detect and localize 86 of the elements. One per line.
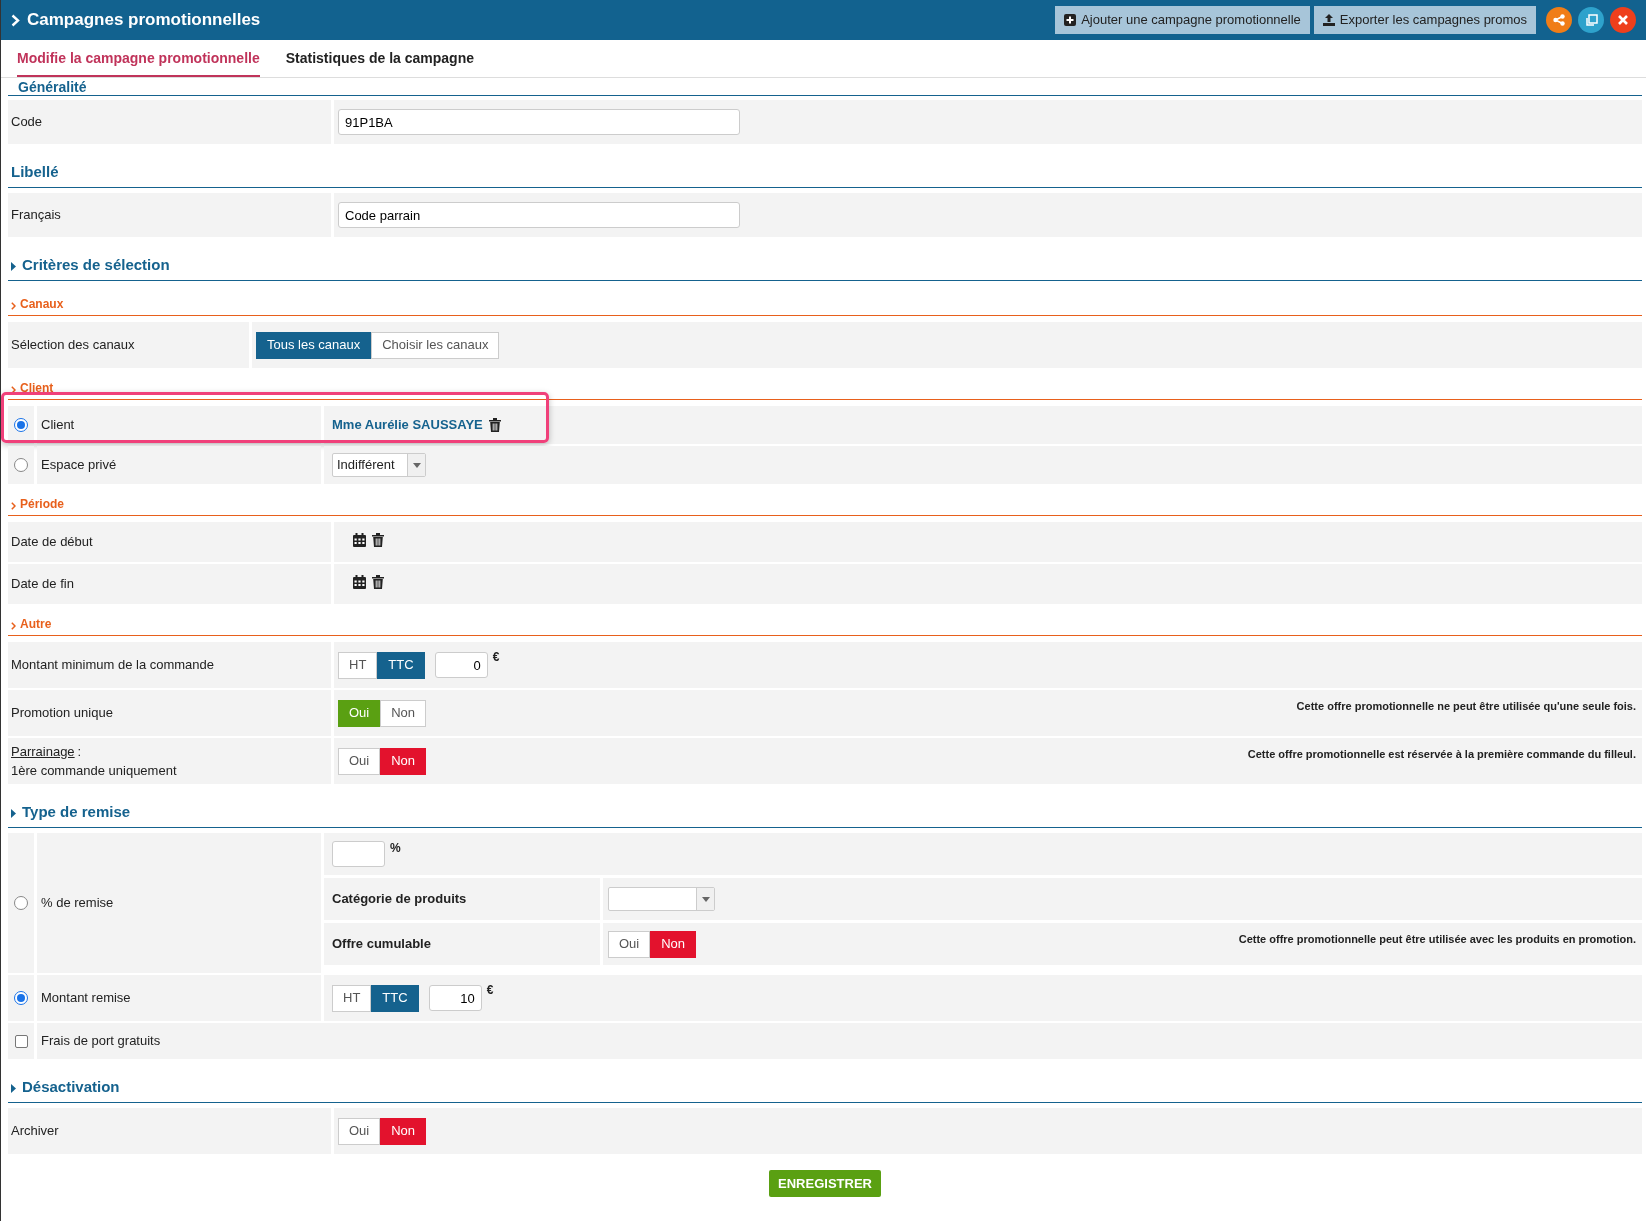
field-label: Sélection des canaux (11, 336, 136, 355)
radio-button[interactable] (14, 991, 28, 1005)
toggle-option[interactable]: Non (650, 930, 697, 958)
subsection-title: Période (20, 496, 64, 513)
chevron-icon (11, 386, 16, 394)
chevron-icon (11, 302, 16, 310)
toggle-option[interactable]: HT (338, 651, 378, 679)
checkbox[interactable] (14, 1034, 28, 1048)
text-field[interactable]: 91P1BA (338, 109, 740, 135)
triangle-icon (11, 262, 16, 271)
trash-icon (488, 418, 501, 432)
label-text: 1ère commande uniquement (11, 762, 178, 780)
toggle-option[interactable]: HT (332, 984, 372, 1012)
radio-button[interactable] (14, 418, 28, 432)
upload-icon (1322, 14, 1335, 26)
toggle-option[interactable]: Non (380, 1117, 427, 1145)
close-button[interactable] (1610, 7, 1636, 33)
amount-field[interactable]: 10 (428, 985, 482, 1011)
field-label: Date de début (11, 533, 94, 552)
dropdown[interactable]: Indifférent (332, 453, 426, 477)
caret-icon (701, 896, 710, 902)
triangle-icon (11, 809, 16, 818)
subsection-title: Client (20, 380, 54, 397)
tab[interactable]: Statistiques de la campagne (285, 48, 474, 77)
add-campaign-button[interactable]: Ajouter une campagne promotionnelle (1055, 6, 1310, 34)
chevron-icon (11, 13, 20, 27)
toggle-option[interactable]: Non (380, 699, 427, 727)
calendar-icon (353, 575, 366, 589)
close-icon (1618, 15, 1628, 25)
toggle-option[interactable]: Choisir les canaux (371, 331, 500, 359)
calendar-icon (353, 533, 366, 547)
triangle-icon (11, 1084, 16, 1093)
caret-icon (412, 462, 421, 468)
field-label: Offre cumulable (332, 935, 431, 954)
field-label: Client (41, 416, 76, 435)
share-icon (1553, 14, 1565, 26)
field-label: Espace privé (41, 456, 118, 475)
section-title: Libellé (11, 161, 59, 182)
trash-icon (372, 575, 384, 589)
section-title: Généralité (18, 79, 87, 95)
toggle-option[interactable]: Tous les canaux (256, 331, 372, 359)
field-label: Montant minimum de la commande (11, 656, 216, 675)
field-label: % de remise (41, 894, 115, 913)
window-title: Campagnes promotionnelles (27, 9, 261, 32)
parrainage-link[interactable]: Parrainage (11, 741, 75, 761)
copy-icon (1584, 13, 1598, 27)
subsection-title: Autre (20, 616, 52, 633)
tab[interactable]: Modifie la campagne promotionnelle (17, 48, 260, 77)
percent-field[interactable] (332, 841, 385, 867)
toggle-option[interactable]: Oui (608, 930, 651, 958)
hint-text: Cette offre promotionnelle est réservée à la première commande du filleul. (1247, 747, 1636, 762)
unit-label: € (492, 649, 500, 666)
field-label: Code (11, 113, 44, 132)
field-label: Date de fin (11, 575, 75, 594)
section-title: Type de remise (22, 801, 131, 822)
chevron-icon (11, 502, 16, 510)
subsection-title: Canaux (20, 296, 64, 313)
toggle-option[interactable]: Oui (338, 1117, 381, 1145)
field-label: Promotion unique (11, 704, 114, 723)
toggle-option[interactable]: TTC (377, 651, 425, 679)
hint-text: Cette offre promotionnelle peut être utilisée avec les produits en promotion. (1238, 932, 1636, 947)
toggle-option[interactable]: Oui (338, 747, 381, 775)
section-title: Désactivation (22, 1076, 120, 1097)
plus-square-icon (1064, 14, 1077, 26)
field-label: Français (11, 206, 62, 225)
section-title: Critères de sélection (22, 254, 170, 275)
label-text: : (77, 742, 82, 761)
unit-label: % (390, 840, 401, 857)
unit-label: € (486, 982, 494, 999)
trash-icon (372, 533, 384, 547)
field-label: Archiver (11, 1122, 60, 1141)
amount-field[interactable]: 0 (434, 652, 488, 678)
radio-button[interactable] (14, 458, 28, 472)
field-label: Frais de port gratuits (41, 1032, 162, 1051)
hint-text: Cette offre promotionnelle ne peut être utilisée qu'une seule fois. (1296, 699, 1636, 714)
export-button[interactable]: Exporter les campagnes promos (1313, 6, 1536, 34)
field-label: Catégorie de produits (332, 890, 467, 909)
share-button[interactable] (1546, 7, 1572, 33)
toggle-option[interactable]: TTC (371, 984, 419, 1012)
radio-button[interactable] (14, 896, 28, 910)
chevron-icon (11, 622, 16, 630)
toggle-option[interactable]: Non (380, 747, 427, 775)
client-link[interactable]: Mme Aurélie SAUSSAYE (332, 415, 483, 435)
text-field[interactable]: Code parrain (338, 202, 740, 228)
field-label: Montant remise (41, 989, 132, 1008)
copy-button[interactable] (1578, 7, 1604, 33)
